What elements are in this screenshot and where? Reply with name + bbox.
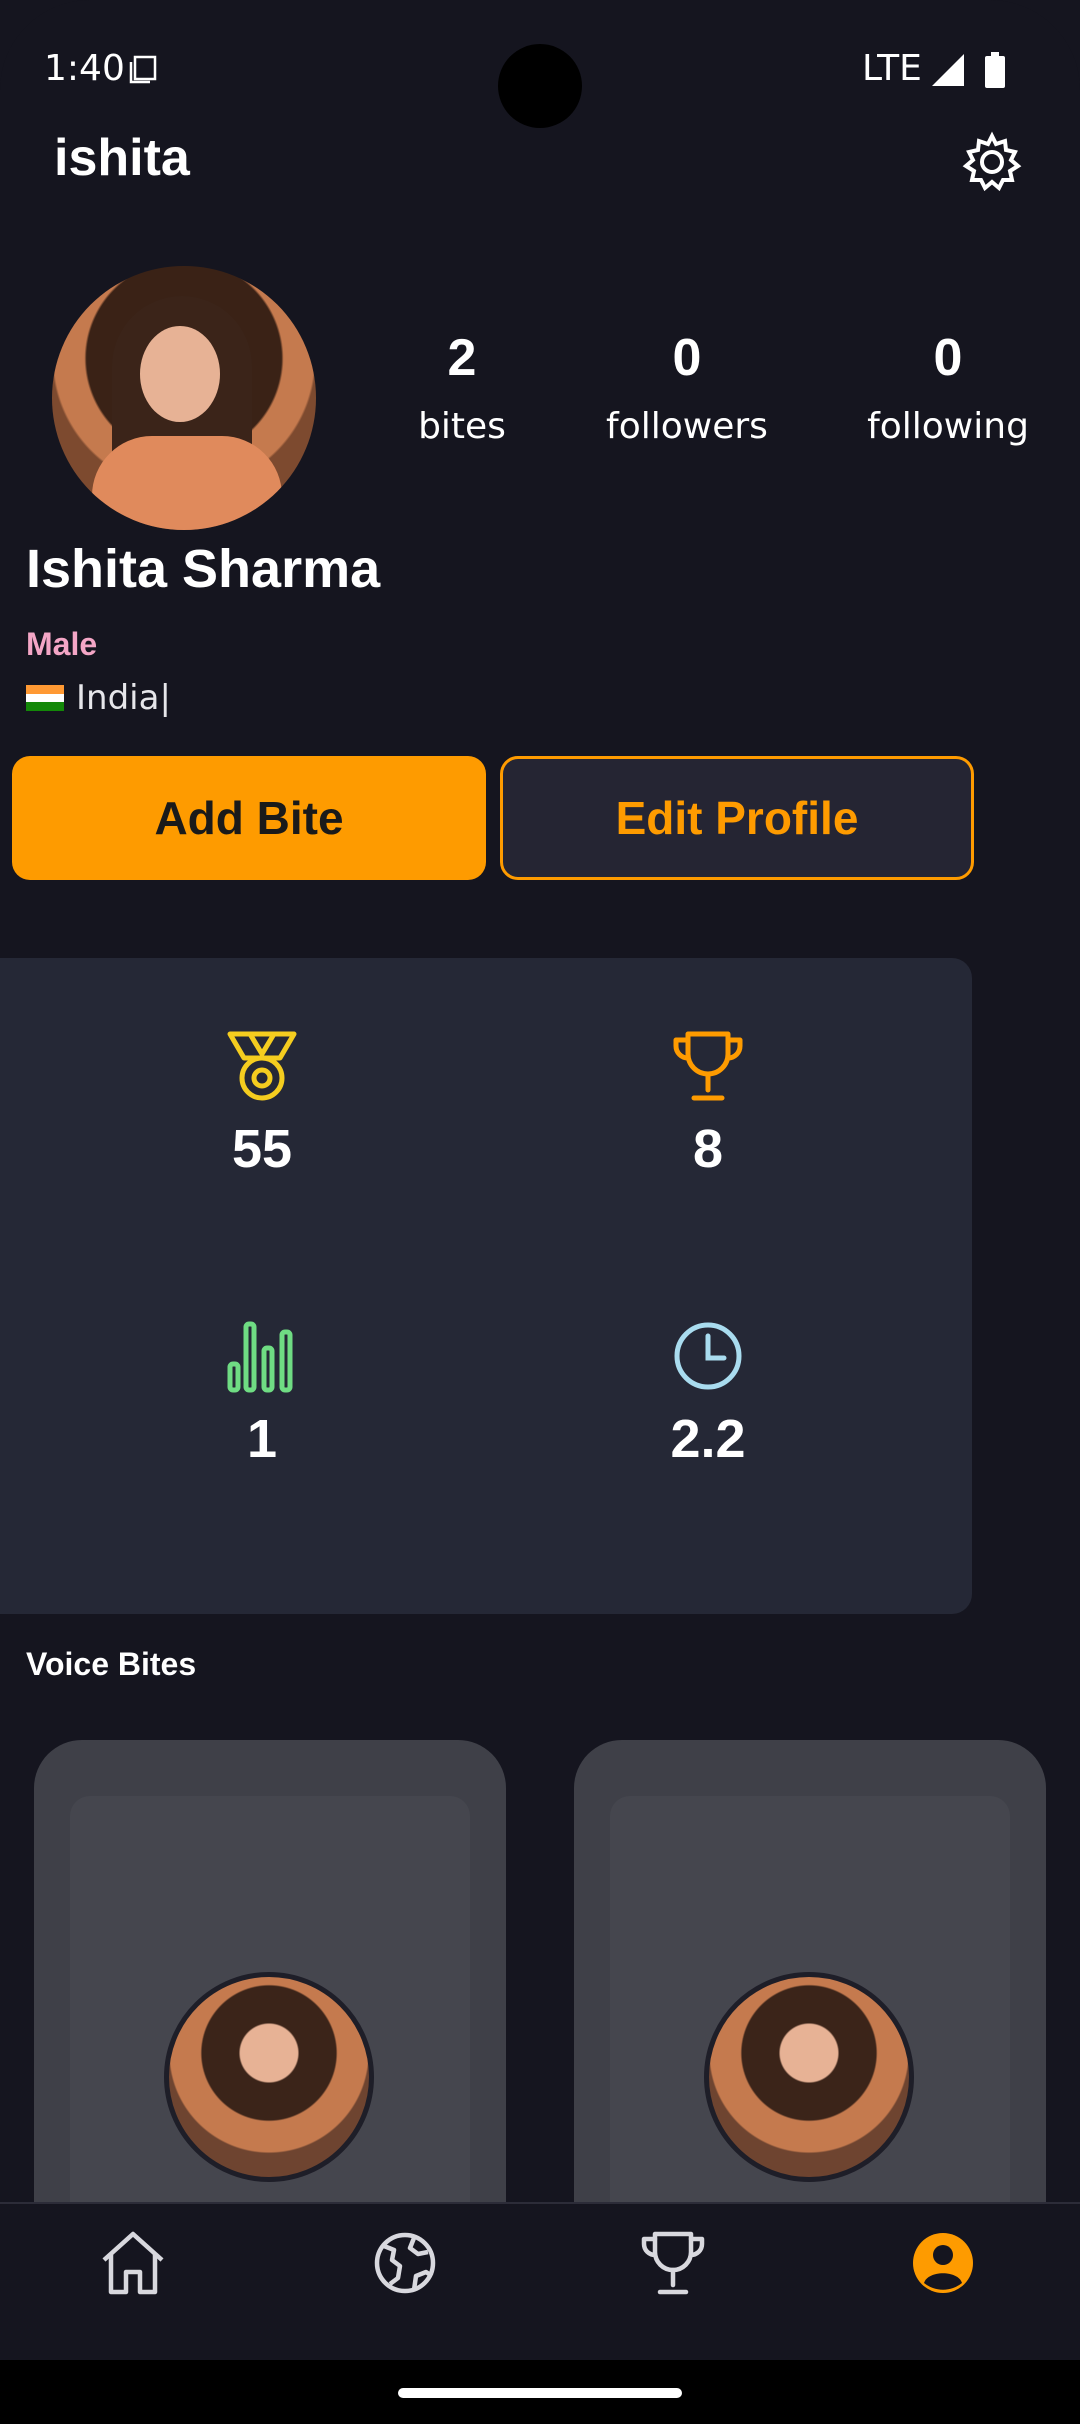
trophy-icon[interactable] [638,2228,708,2298]
stat-following-label: following [867,406,1029,447]
app-screen: 1:40 LTE ishita 2 bites 0 followers 0 fo… [0,0,1080,2360]
globe-icon[interactable] [370,2228,440,2298]
status-time: 1:40 [44,48,125,89]
sim-card-icon [129,55,157,84]
stat-followers-label: followers [606,406,768,447]
country-label: India| [26,678,171,718]
trophy-icon [673,1031,743,1101]
metric-trophies: 8 [578,1028,838,1180]
profile-icon[interactable] [908,2228,978,2298]
edit-profile-button[interactable]: Edit Profile [500,756,974,880]
metric-rank: 1 [132,1318,392,1470]
battery-icon [985,52,1005,88]
network-type: LTE [862,48,922,89]
avatar-face [140,326,220,422]
metric-time: 2.2 [578,1318,838,1470]
voice-bite-card[interactable] [34,1740,506,2280]
voice-bite-avatar [164,1972,374,2182]
home-indicator[interactable] [398,2388,682,2398]
bottom-navigation [0,2202,1080,2360]
add-bite-button[interactable]: Add Bite [12,756,486,880]
avatar[interactable] [52,266,316,530]
stat-bites-value: 2 [447,329,477,387]
stat-followers-value: 0 [672,329,702,387]
country-name: India| [76,678,171,718]
stat-followers[interactable]: 0 followers [577,328,797,447]
signal-icon [932,54,964,86]
clock-icon [674,1322,742,1390]
stat-bites-label: bites [418,406,506,447]
medal-icon [227,1031,297,1101]
stat-bites[interactable]: 2 bites [352,328,572,447]
bar-chart-icon [227,1321,293,1393]
metric-medals-value: 55 [231,1119,293,1179]
metric-rank-value: 1 [246,1409,278,1469]
front-camera [498,44,582,128]
home-icon[interactable] [98,2228,168,2298]
full-name: Ishita Sharma [26,539,381,599]
voice-bite-avatar [704,1972,914,2182]
stat-following-value: 0 [933,329,963,387]
gender-label: Male [26,626,98,662]
metric-medals: 55 [132,1028,392,1180]
stats-card: 55 8 1 2.2 [0,958,972,1614]
avatar-body [92,436,282,530]
page-title: ishita [54,129,190,187]
voice-bites-title: Voice Bites [26,1646,197,1682]
india-flag-icon [26,685,64,712]
status-bar: 1:40 LTE [0,0,1080,140]
metric-time-value: 2.2 [670,1409,746,1469]
gear-icon[interactable] [960,130,1024,194]
stat-following[interactable]: 0 following [838,328,1058,447]
metric-trophies-value: 8 [692,1119,724,1179]
voice-bite-card[interactable] [574,1740,1046,2280]
